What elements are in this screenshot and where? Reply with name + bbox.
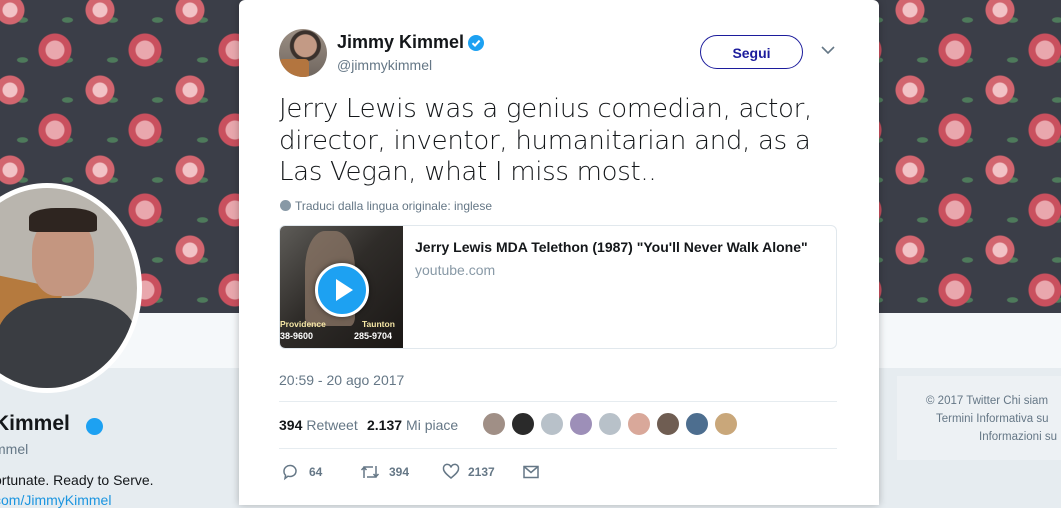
tweet-timestamp[interactable]: 20:59 - 20 ago 2017	[279, 372, 404, 388]
liker-avatar[interactable]	[598, 412, 622, 436]
divider	[279, 448, 837, 449]
chevron-down-icon[interactable]	[821, 46, 835, 55]
footer-line-2[interactable]: Termini Informativa su	[936, 410, 1048, 428]
heart-icon	[442, 463, 460, 479]
liker-avatar[interactable]	[540, 412, 564, 436]
thumbnail-overlay-text: Providence	[280, 319, 326, 329]
like-count: 2137	[468, 465, 495, 479]
thumbnail-overlay-text: Taunton	[362, 319, 395, 329]
retweet-icon	[360, 466, 380, 478]
thumbnail-overlay-text: 38-9600	[280, 331, 314, 341]
author-handle[interactable]: @jimmykimmel	[337, 57, 432, 73]
divider	[279, 401, 837, 402]
thumbnail-overlay-text: 285-9704	[354, 331, 393, 341]
profile-name: Kimmel	[0, 412, 70, 435]
liker-avatar[interactable]	[627, 412, 651, 436]
liker-avatar[interactable]	[685, 412, 709, 436]
profile-bio: ortunate. Ready to Serve.	[0, 472, 154, 488]
author-avatar[interactable]	[279, 29, 327, 77]
link-card[interactable]: Providence 38-9600 Taunton 285-9704 Jerr…	[279, 225, 837, 349]
liker-avatar[interactable]	[656, 412, 680, 436]
envelope-icon	[523, 465, 539, 479]
author-name[interactable]: Jimmy Kimmel	[337, 32, 464, 53]
footer-links: © 2017 Twitter Chi siam Termini Informat…	[897, 376, 1061, 460]
tweet-text: Jerry Lewis was a genius comedian, actor…	[279, 94, 812, 187]
profile-handle: mmel	[0, 441, 29, 457]
video-thumbnail[interactable]: Providence 38-9600 Taunton 285-9704	[280, 226, 403, 348]
follow-button[interactable]: Segui	[700, 35, 803, 69]
retweet-stat-count: 394	[279, 417, 303, 433]
retweet-stat[interactable]: 394 Retweet	[279, 417, 358, 433]
profile-verified-icon	[86, 418, 103, 435]
liker-avatar[interactable]	[714, 412, 738, 436]
liker-avatar[interactable]	[511, 412, 535, 436]
tweet-permalink-modal: Jimmy Kimmel @jimmykimmel Segui Jerry Le…	[239, 0, 879, 505]
verified-badge-icon	[468, 35, 484, 51]
profile-link[interactable]: com/JimmyKimmel	[0, 492, 111, 508]
retweet-stat-label: Retweet	[306, 417, 358, 433]
retweet-count: 394	[389, 465, 410, 479]
like-stat-count: 2.137	[367, 417, 403, 433]
card-domain: youtube.com	[415, 262, 496, 278]
reply-count: 64	[309, 465, 323, 479]
liker-avatar[interactable]	[482, 412, 506, 436]
like-stat-label: Mi piace	[406, 417, 459, 433]
globe-icon	[280, 200, 291, 211]
footer-line-1[interactable]: © 2017 Twitter Chi siam	[926, 392, 1048, 410]
liker-avatar[interactable]	[569, 412, 593, 436]
translate-label: Traduci dalla lingua originale: inglese	[295, 199, 493, 213]
like-stat[interactable]: 2.137 Mi piace	[367, 417, 458, 433]
translate-link[interactable]: Traduci dalla lingua originale: inglese	[280, 199, 492, 213]
footer-line-3[interactable]: Informazioni su	[979, 428, 1057, 446]
reply-icon	[283, 464, 297, 481]
play-icon[interactable]	[315, 263, 369, 317]
card-title[interactable]: Jerry Lewis MDA Telethon (1987) "You'll …	[415, 239, 808, 255]
